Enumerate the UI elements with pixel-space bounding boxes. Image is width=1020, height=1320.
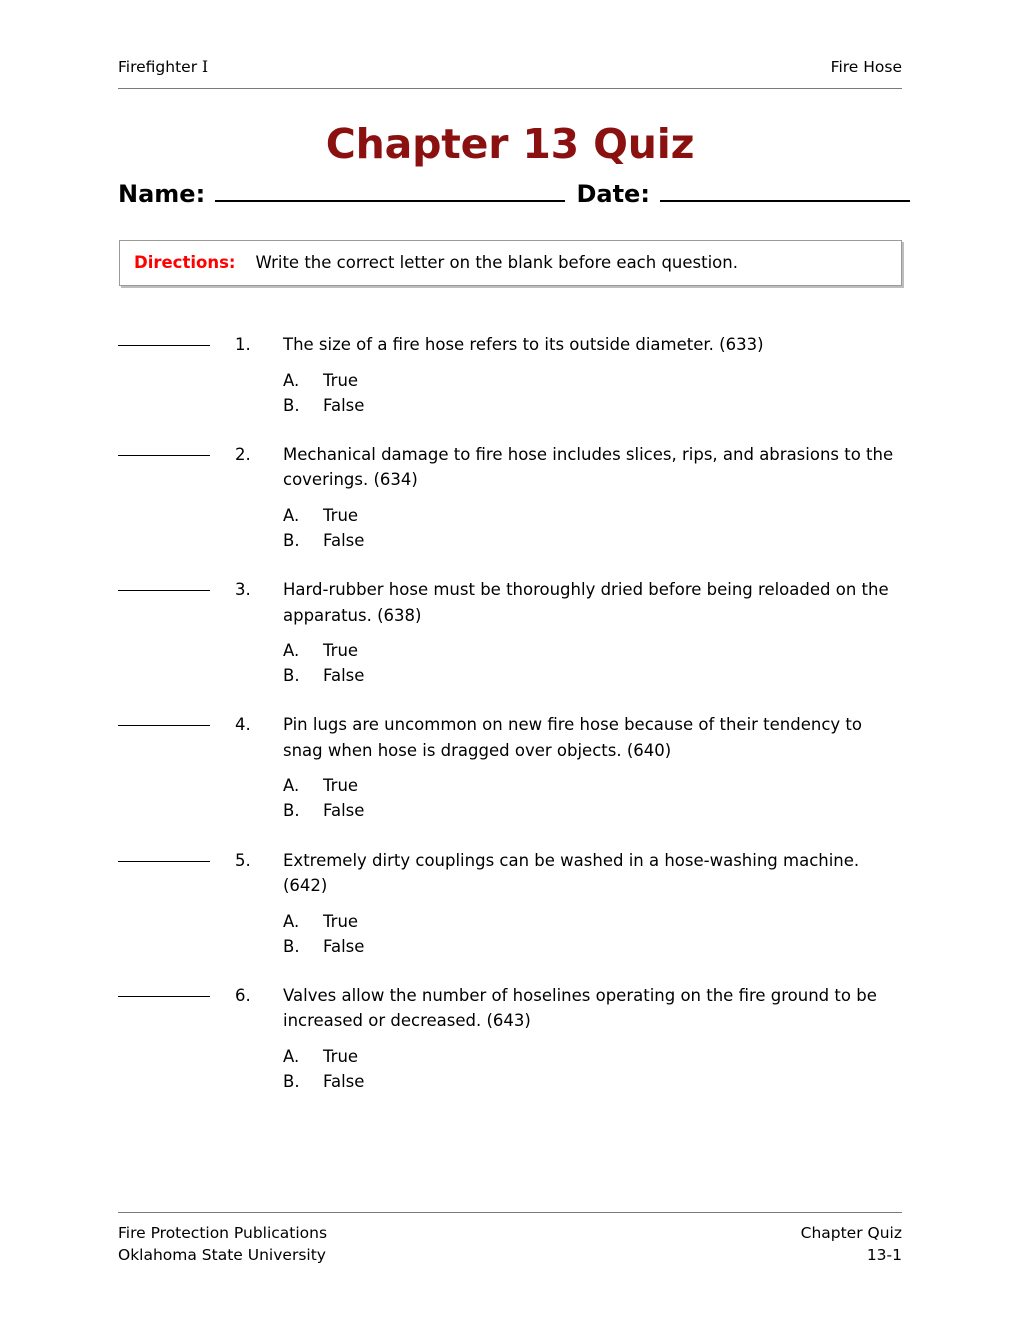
option-item[interactable]: A. True [283,773,904,798]
option-item[interactable]: B. False [283,528,904,553]
question-text: The size of a fire hose refers to its ou… [283,335,764,354]
header-course-title: Firefighter I [118,58,208,77]
option-item[interactable]: B. False [283,393,904,418]
footer-publisher-line1: Fire Protection Publications [118,1224,328,1242]
directions-label: Directions: [134,253,236,272]
answer-blank[interactable] [118,454,210,456]
question-text: Extremely dirty couplings can be washed … [283,850,860,896]
option-text: True [323,911,359,931]
option-text: False [323,530,365,550]
option-letter: B. [283,666,300,686]
option-letter: B. [283,1072,300,1092]
question-item: 2. Mechanical damage to fire hose includ… [118,442,904,553]
option-item[interactable]: A. True [283,638,904,663]
option-item[interactable]: A. True [283,503,904,528]
question-text: Pin lugs are uncommon on new fire hose b… [283,715,862,760]
header-course-title-text: Firefighter I [118,58,209,76]
option-item[interactable]: B. False [283,798,904,823]
option-text: True [323,505,359,525]
question-item: 5. Extremely dirty couplings can be wash… [118,848,904,959]
option-letter: B. [283,801,300,821]
question-item: 1. The size of a fire hose refers to its… [118,332,904,418]
page-title: Chapter 13 Quiz [325,120,695,169]
option-text: False [323,801,365,821]
option-list: A. True B. False [118,368,904,418]
option-text: True [323,370,359,390]
option-letter: A. [283,776,300,796]
footer-divider [118,1212,902,1213]
question-number: 4. [235,715,251,735]
option-item[interactable]: B. False [283,663,904,688]
option-item[interactable]: A. True [283,909,904,934]
answer-blank[interactable] [118,345,210,346]
question-item: 3. Hard-rubber hose must be thoroughly d… [118,577,904,688]
header-divider [118,88,902,89]
option-letter: B. [283,395,300,415]
answer-blank[interactable] [118,725,210,727]
question-text: Mechanical damage to fire hose includes … [283,444,894,490]
directions-box: Directions: Write the correct letter on … [119,240,902,286]
option-text: False [323,1072,365,1092]
question-item: 4. Pin lugs are uncommon on new fire hos… [118,712,904,823]
option-text: True [323,1046,359,1066]
question-row: 5. Extremely dirty couplings can be wash… [118,848,904,899]
footer-publisher-line2: Oklahoma State University [118,1246,326,1264]
option-list: A. True B. False [118,773,904,823]
question-text: Hard-rubber hose must be thoroughly drie… [283,580,889,625]
option-item[interactable]: A. True [283,368,904,393]
running-header: Firefighter I Fire Hose [118,58,902,77]
answer-blank[interactable] [118,590,210,591]
question-item: 6. Valves allow the number of hoselines … [118,983,904,1094]
option-item[interactable]: B. False [283,934,904,959]
question-number: 6. [235,985,251,1005]
option-letter: A. [283,911,300,931]
question-number: 1. [235,335,251,354]
question-number: 3. [235,580,251,599]
question-number: 5. [235,850,251,870]
option-text: False [323,395,365,415]
directions-text: Write the correct letter on the blank be… [255,253,738,272]
header-chapter-topic: Fire Hose [830,58,902,76]
option-text: True [323,776,359,796]
question-row: 1. The size of a fire hose refers to its… [118,332,904,358]
option-text: False [323,666,365,686]
option-letter: A. [283,1046,300,1066]
name-input-blank[interactable] [215,180,565,202]
answer-blank[interactable] [118,995,210,997]
option-list: A. True B. False [118,503,904,553]
option-letter: B. [283,530,300,550]
option-letter: A. [283,505,300,525]
footer-page-number: 13-1 [866,1246,902,1264]
footer-publisher: Fire Protection Publications Oklahoma St… [118,1222,327,1266]
footer-doc-type: Chapter Quiz [800,1224,902,1242]
option-letter: A. [283,641,300,661]
option-list: A. True B. False [118,909,904,959]
page-footer: Fire Protection Publications Oklahoma St… [118,1222,902,1266]
question-row: 2. Mechanical damage to fire hose includ… [118,442,904,493]
option-letter: B. [283,936,300,956]
question-row: 3. Hard-rubber hose must be thoroughly d… [118,577,904,628]
question-row: 4. Pin lugs are uncommon on new fire hos… [118,712,904,763]
footer-doc-info: Chapter Quiz 13-1 [801,1222,902,1266]
option-list: A. True B. False [118,638,904,688]
option-item[interactable]: B. False [283,1069,904,1094]
quiz-page: Firefighter I Fire Hose Chapter 13 Quiz … [0,0,1020,1320]
option-list: A. True B. False [118,1044,904,1094]
question-row: 6. Valves allow the number of hoselines … [118,983,904,1034]
option-text: True [323,641,359,661]
question-text: Valves allow the number of hoselines ope… [283,985,877,1031]
option-letter: A. [283,370,300,390]
question-list: 1. The size of a fire hose refers to its… [118,332,904,1094]
date-label: Date: [576,180,650,208]
name-label: Name: [118,180,206,208]
date-input-blank[interactable] [659,180,910,202]
option-item[interactable]: A. True [283,1044,904,1069]
name-date-row: Name: Date: [118,180,910,208]
question-number: 2. [235,444,251,464]
answer-blank[interactable] [118,860,210,862]
option-text: False [323,936,365,956]
